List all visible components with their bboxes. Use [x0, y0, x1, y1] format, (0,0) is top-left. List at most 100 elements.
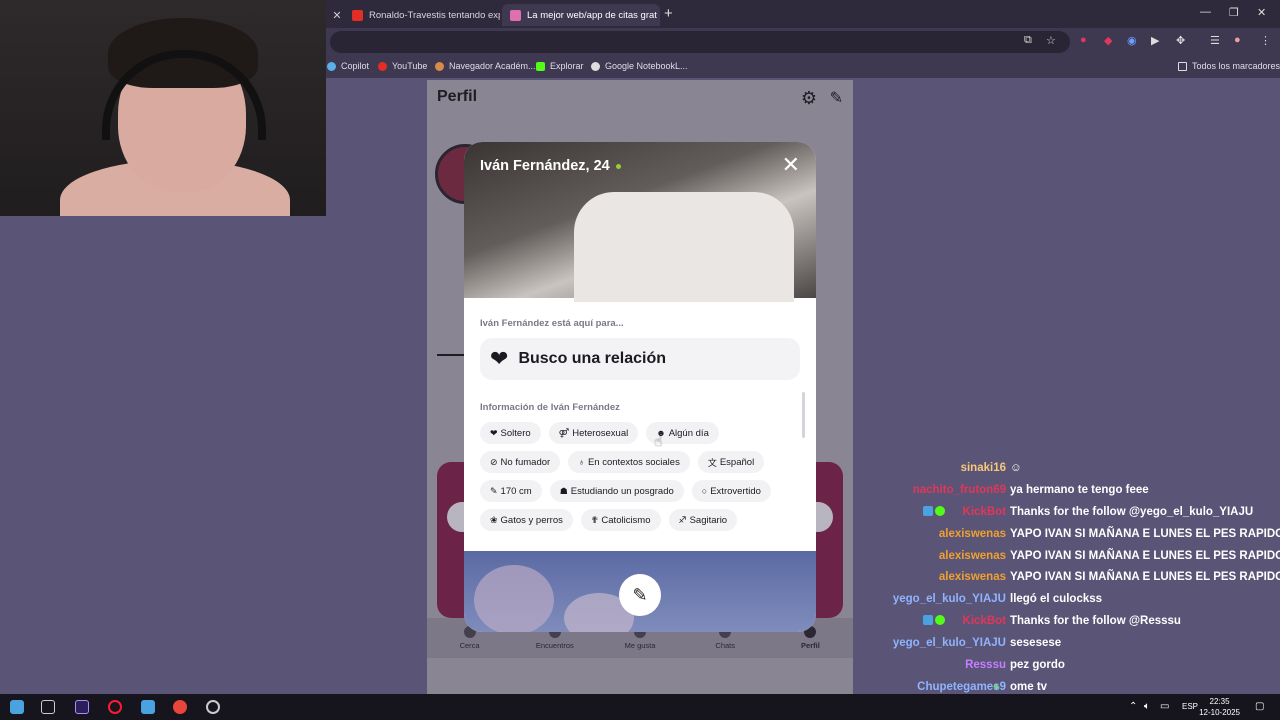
info-chip: ❀ Gatos y perros [480, 509, 573, 531]
opera-icon[interactable] [108, 700, 122, 714]
chat-text: Thanks for the follow @Resssu [1010, 615, 1181, 627]
zodiac-icon: ♐ [678, 514, 687, 525]
online-status-dot [615, 163, 621, 169]
info-chip: ⚤ Heterosexual [548, 422, 639, 444]
restore-icon[interactable]: ❐ [1229, 6, 1239, 19]
bookmark-item[interactable]: Copilot [327, 61, 369, 71]
obs-icon[interactable] [206, 700, 220, 714]
new-tab-button[interactable]: + [664, 5, 673, 22]
chat-username: sinaki16 [960, 462, 1006, 474]
drink-icon: ♁ [578, 457, 585, 467]
translate-icon[interactable]: ◉ [1127, 34, 1137, 47]
chip-row: ❀ Gatos y perros ✟ Catolicismo ♐ Sagitario [480, 509, 738, 531]
all-bookmarks[interactable]: Todos los marcadores [1178, 61, 1280, 71]
info-chip: ❤ Soltero [480, 422, 541, 444]
app-icon[interactable] [141, 700, 155, 714]
tab-title: Ronaldo-Travestis tentando exp [369, 9, 500, 21]
chat-message: alexiswenas YAPO IVAN SI MAÑANA E LUNES … [870, 528, 1280, 548]
browser-tab-active[interactable]: La mejor web/app de citas grat ✕ [502, 4, 660, 26]
windows-start-icon[interactable] [10, 700, 24, 714]
info-chip: ○ Extrovertido [691, 480, 771, 502]
extensions-puzzle-icon[interactable]: ✥ [1176, 34, 1185, 47]
edit-profile-icon[interactable]: ✎ [830, 88, 843, 108]
scrollbar[interactable] [802, 392, 805, 438]
bookmark-item[interactable]: Explorar [536, 61, 584, 71]
chat-message: sinaki16 ☺ [870, 462, 1270, 482]
task-view-icon[interactable] [41, 700, 55, 714]
hand-cursor-icon: ☝ [654, 433, 663, 449]
chevron-up-icon[interactable]: ⌃ [1129, 701, 1137, 712]
chat-username: alexiswenas [938, 571, 1006, 583]
bookmark-item[interactable]: Google NotebookL... [591, 61, 688, 71]
install-app-icon[interactable]: ⧉ [1024, 34, 1032, 47]
chat-username: alexiswenas [938, 528, 1006, 540]
chip-label: Sagitario [689, 514, 728, 526]
intention-box: ❤ Busco una relación [480, 338, 800, 380]
info-chip: ♐ Sagitario [668, 509, 738, 531]
academic-icon [435, 61, 444, 71]
address-bar[interactable] [330, 31, 1070, 53]
bookmark-star-icon[interactable]: ☆ [1046, 34, 1056, 47]
profile-name-text: Iván Fernández, 24 [480, 158, 610, 174]
graduation-icon: ☗ [559, 485, 568, 496]
close-icon[interactable]: ✕ [782, 154, 800, 176]
avatar[interactable]: ● [1234, 34, 1241, 46]
extension-icon[interactable]: ● [1080, 34, 1087, 46]
extension-icon[interactable]: ◆ [1104, 34, 1112, 47]
info-chip: ⊘ No fumador [480, 451, 561, 473]
photo-content [574, 192, 794, 302]
chat-message: yego_el_kulo_YIAJU llegó el culockss [870, 593, 1270, 613]
chat-message: Resssu pez gordo [870, 659, 1270, 679]
profile-name: Iván Fernández, 24 [480, 158, 621, 174]
chip-label: Heterosexual [572, 427, 629, 439]
chat-text: Thanks for the follow @yego_el_kulo_YIAJ… [1010, 506, 1254, 518]
clock-date: 12-10-2025 [1199, 708, 1240, 717]
after-effects-icon[interactable] [75, 700, 89, 714]
browser-tab[interactable]: Ronaldo-Travestis tentando exp ✕ [344, 4, 500, 26]
youtube-icon [352, 9, 363, 21]
chat-text: YAPO IVAN SI MAÑANA E LUNES EL PES RAPID… [1010, 528, 1280, 540]
close-tab-icon[interactable]: ✕ [332, 9, 340, 22]
dating-site-icon [510, 9, 521, 21]
nav-label: Cerca [459, 641, 480, 650]
chip-label: 170 cm [500, 485, 532, 497]
second-profile-photo[interactable]: ✎ [464, 551, 816, 632]
heart-icon: ❤ [490, 427, 498, 438]
bookmark-item[interactable]: Navegador Académ... [435, 61, 536, 71]
notification-icon[interactable]: ▢ [1255, 701, 1264, 712]
chip-label: En contextos sociales [587, 456, 680, 468]
speaker-icon[interactable]: 🔈︎ [1144, 701, 1150, 712]
edit-profile-button[interactable]: ✎ [619, 574, 661, 616]
reading-list-icon[interactable]: ☰ [1210, 34, 1220, 47]
language-indicator[interactable]: ESP [1182, 702, 1198, 711]
clock[interactable]: 22:35 12-10-2025 [1199, 696, 1240, 718]
orientation-icon: ⚤ [558, 427, 570, 438]
minimize-icon[interactable]: — [1200, 6, 1211, 18]
info-chip: ✎ 170 cm [480, 480, 542, 502]
chat-username: KickBot [962, 615, 1006, 627]
menu-icon[interactable]: ⋮ [1260, 34, 1271, 47]
chip-label: Algún día [668, 427, 709, 439]
chat-username: yego_el_kulo_YIAJU [892, 637, 1006, 649]
gear-icon[interactable]: ⚙ [801, 88, 817, 109]
folder-icon [1178, 61, 1187, 71]
browser-tab[interactable]: ✕ [326, 4, 340, 26]
chrome-icon[interactable] [173, 700, 187, 714]
chat-username: Chupetegames9 [917, 681, 1006, 693]
chip-label: Extrovertido [710, 485, 761, 497]
chat-text: YAPO IVAN SI MAÑANA E LUNES EL PES RAPID… [1010, 571, 1280, 583]
clock-time: 22:35 [1209, 697, 1230, 706]
bookmark-item[interactable]: YouTube [378, 61, 427, 71]
close-window-icon[interactable]: ✕ [1257, 6, 1266, 19]
chip-label: Gatos y perros [500, 514, 563, 526]
language-icon: 文 [707, 457, 717, 468]
info-chip: ♁ En contextos sociales [568, 451, 690, 473]
chat-username: yego_el_kulo_YIAJU [892, 593, 1006, 605]
chat-text: ome tv [1010, 681, 1048, 693]
kick-icon [536, 61, 545, 71]
extension-icon[interactable]: ▶ [1151, 34, 1159, 47]
network-icon[interactable]: ▭ [1160, 701, 1169, 712]
info-label: Información de Iván Fernández [480, 402, 620, 413]
ruler-icon: ✎ [490, 485, 498, 496]
heart-icon: ❤ [490, 346, 509, 371]
